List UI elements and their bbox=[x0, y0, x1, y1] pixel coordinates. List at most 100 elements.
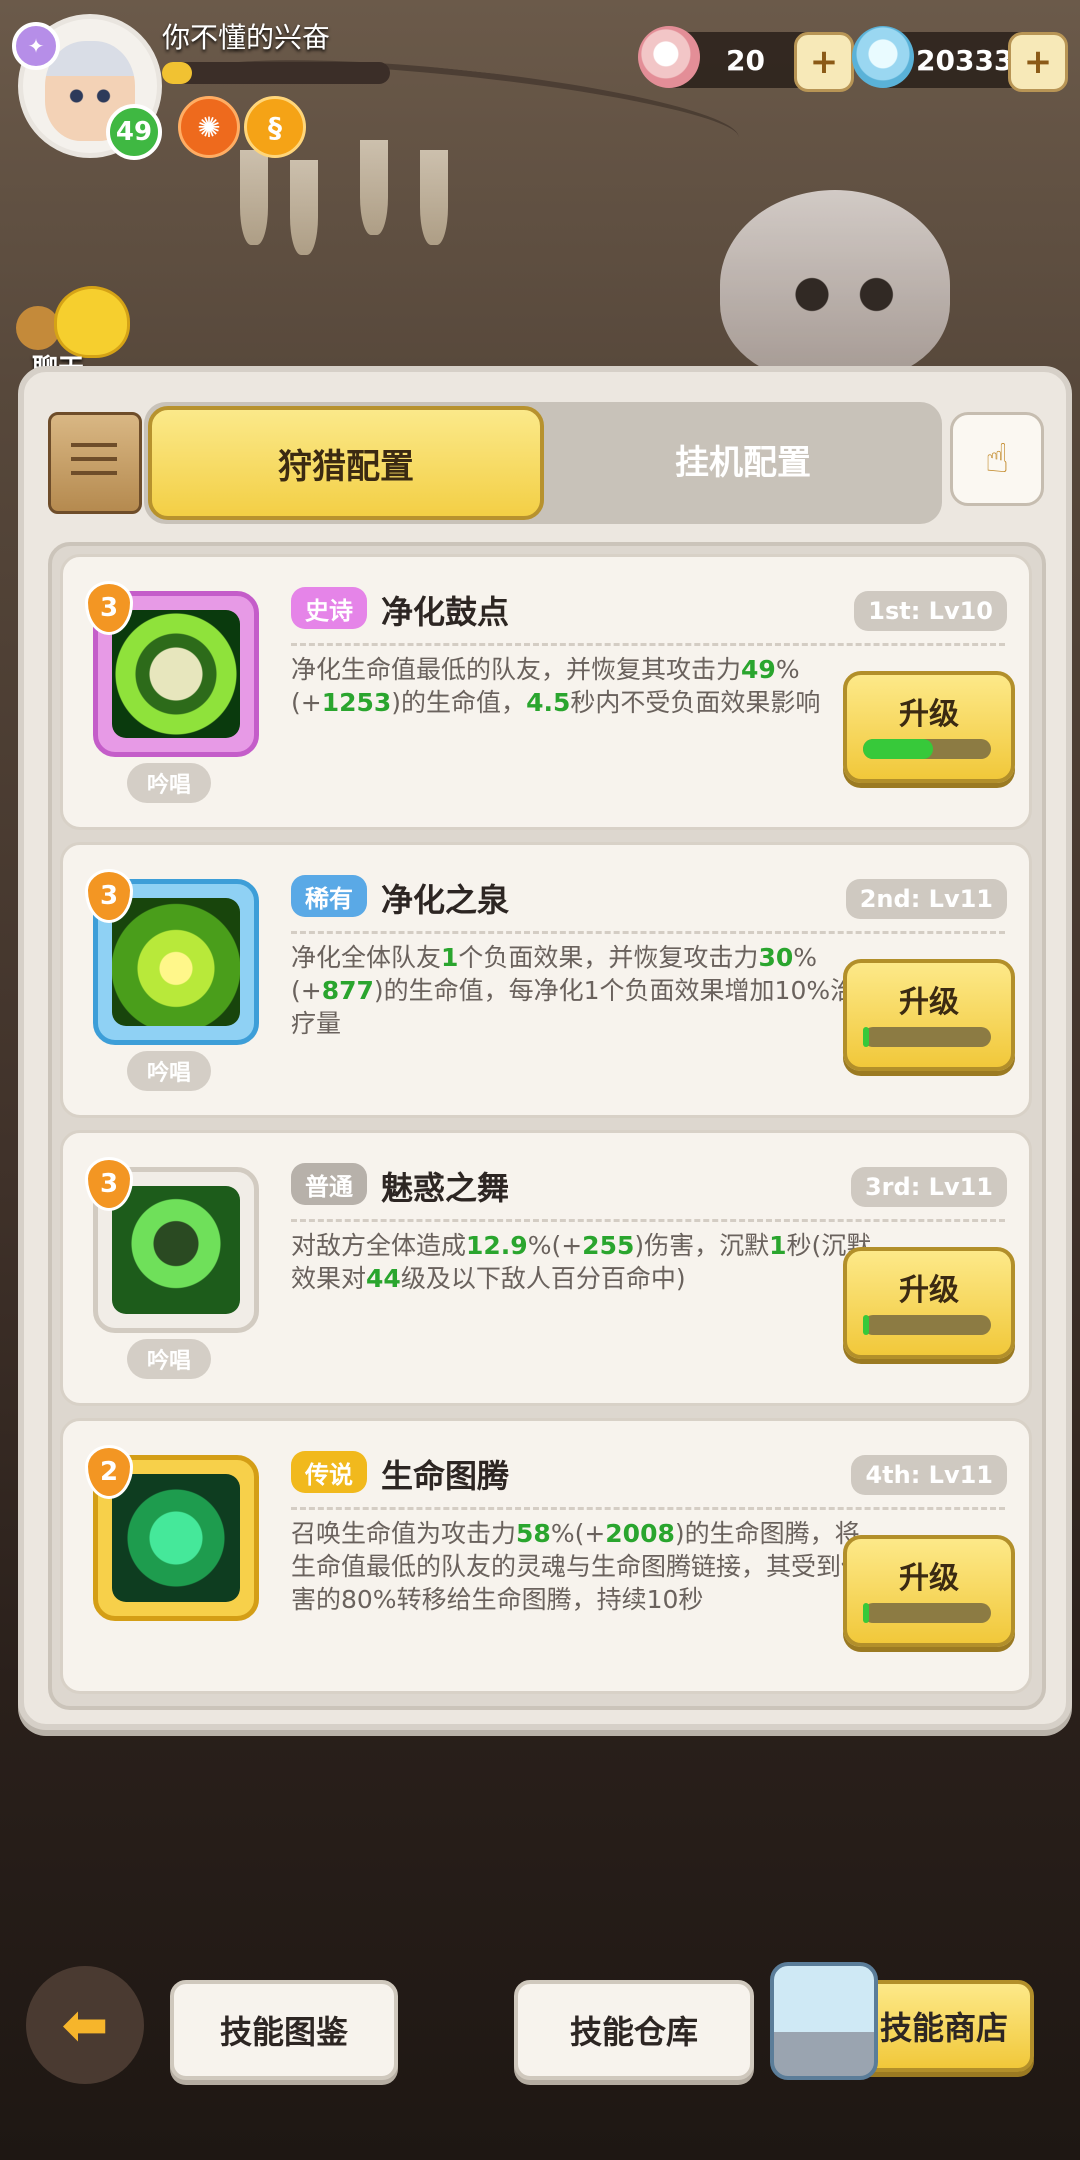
background-tooth bbox=[290, 160, 318, 255]
skill-name: 净化鼓点 bbox=[381, 593, 510, 631]
upgrade-label: 升级 bbox=[899, 1561, 959, 1596]
add-diamond-button[interactable]: + bbox=[1008, 32, 1068, 92]
tab-idle-config[interactable]: 挂机配置 bbox=[548, 406, 938, 512]
divider bbox=[291, 1219, 1005, 1222]
diamond-icon bbox=[852, 26, 914, 88]
upgrade-button[interactable]: 升级 bbox=[843, 671, 1015, 783]
diamond-resource: 203336 + bbox=[852, 26, 1068, 92]
skill-list: 3 吟唱 史诗 净化鼓点 1st: Lv10 净化生命值最低的队友，并恢复其攻击… bbox=[48, 542, 1046, 1710]
chat-button[interactable]: 聊天 bbox=[16, 286, 130, 384]
background-tooth bbox=[240, 150, 268, 245]
pearl-resource: 20 + bbox=[638, 26, 854, 92]
scroll-icon[interactable] bbox=[48, 412, 142, 514]
description-text: 级及以下敌人百分百命中) bbox=[400, 1264, 686, 1293]
add-pearl-button[interactable]: + bbox=[794, 32, 854, 92]
back-arrow-icon[interactable]: ⬅ bbox=[26, 1966, 144, 2084]
upgrade-progress-fill bbox=[863, 739, 934, 759]
skill-name: 魅惑之舞 bbox=[381, 1169, 510, 1207]
description-text: )伤害，沉默 bbox=[634, 1231, 770, 1260]
player-name: 你不懂的兴奋 bbox=[162, 21, 331, 54]
cast-tag: 吟唱 bbox=[127, 1339, 211, 1379]
highlight-value: 2008 bbox=[605, 1519, 675, 1548]
background-skull bbox=[720, 190, 950, 380]
skill-card: 3 吟唱 史诗 净化鼓点 1st: Lv10 净化生命值最低的队友，并恢复其攻击… bbox=[60, 554, 1032, 830]
description-text: 秒内不受负面效果影响 bbox=[570, 688, 821, 717]
highlight-value: 58 bbox=[516, 1519, 551, 1548]
totem-skill-icon bbox=[112, 1474, 240, 1602]
drum-skill-icon bbox=[112, 610, 240, 738]
spring-skill-icon bbox=[112, 898, 240, 1026]
background-tooth bbox=[360, 140, 388, 235]
slot-level-tag: 1st: Lv10 bbox=[854, 591, 1007, 631]
divider bbox=[291, 931, 1005, 934]
skill-shop-label: 技能商店 bbox=[879, 2009, 1008, 2047]
highlight-value: 1 bbox=[769, 1231, 787, 1260]
upgrade-progress-fill bbox=[863, 1603, 870, 1623]
config-tabbar: 狩猎配置 挂机配置 bbox=[144, 402, 942, 524]
tab-hunt-config[interactable]: 狩猎配置 bbox=[148, 406, 544, 520]
description-text: 个负面效果，并恢复攻击力 bbox=[458, 943, 759, 972]
highlight-value: 49 bbox=[741, 655, 776, 684]
divider bbox=[291, 643, 1005, 646]
background-tooth bbox=[420, 150, 448, 245]
highlight-value: 44 bbox=[366, 1264, 401, 1293]
upgrade-progress-fill bbox=[863, 1027, 870, 1047]
skill-config-panel: 狩猎配置 挂机配置 ☝ 3 吟唱 史诗 净化鼓点 1st: Lv10 净化生命值… bbox=[18, 366, 1072, 1730]
avatar-frame-badge-icon: ✦ bbox=[12, 22, 60, 70]
skill-card: 2 传说 生命图腾 4th: Lv11 召唤生命值为攻击力58%(+2008)的… bbox=[60, 1418, 1032, 1694]
skill-storage-button[interactable]: 技能仓库 bbox=[514, 1980, 754, 2080]
upgrade-label: 升级 bbox=[899, 1273, 959, 1308]
highlight-value: 1253 bbox=[321, 688, 392, 717]
description-text: 净化全体队友 bbox=[291, 943, 442, 972]
upgrade-button[interactable]: 升级 bbox=[843, 1247, 1015, 1359]
description-text: )的生命值， bbox=[391, 688, 527, 717]
description-text: %(+ bbox=[550, 1519, 606, 1548]
pearl-count: 20 bbox=[726, 44, 765, 77]
skill-shop-button[interactable]: 技能商店 bbox=[770, 1962, 1034, 2080]
upgrade-button[interactable]: 升级 bbox=[843, 1535, 1015, 1647]
description-text: 召唤生命值为攻击力 bbox=[291, 1519, 517, 1548]
skill-card: 3 吟唱 稀有 净化之泉 2nd: Lv11 净化全体队友1个负面效果，并恢复攻… bbox=[60, 842, 1032, 1118]
highlight-value: 1 bbox=[441, 943, 459, 972]
dance-skill-icon bbox=[112, 1186, 240, 1314]
upgrade-button[interactable]: 升级 bbox=[843, 959, 1015, 1071]
level-badge: 49 bbox=[106, 104, 162, 160]
highlight-value: 4.5 bbox=[526, 688, 571, 717]
slot-level-tag: 3rd: Lv11 bbox=[850, 1167, 1007, 1207]
cast-tag: 吟唱 bbox=[127, 1051, 211, 1091]
buff-gear-icon[interactable]: ✺ bbox=[178, 96, 240, 158]
rarity-badge: 稀有 bbox=[291, 875, 367, 917]
description-text: 净化生命值最低的队友，并恢复其攻击力 bbox=[291, 655, 742, 684]
rarity-badge: 史诗 bbox=[291, 587, 367, 629]
highlight-value: 255 bbox=[582, 1231, 635, 1260]
exp-bar bbox=[162, 62, 390, 84]
skill-name: 生命图腾 bbox=[381, 1457, 510, 1495]
divider bbox=[291, 1507, 1005, 1510]
description-text: )的生命值，每净化1个负面效果增加10%治疗量 bbox=[291, 976, 856, 1038]
skill-name: 净化之泉 bbox=[381, 881, 510, 919]
pearl-icon bbox=[638, 26, 700, 88]
upgrade-progress-bar bbox=[863, 739, 991, 759]
upgrade-label: 升级 bbox=[899, 985, 959, 1020]
upgrade-progress-bar bbox=[863, 1027, 991, 1047]
shop-icon bbox=[770, 1962, 878, 2080]
description-text: %(+ bbox=[527, 1231, 583, 1260]
rarity-badge: 传说 bbox=[291, 1451, 367, 1493]
cast-tag: 吟唱 bbox=[127, 763, 211, 803]
guide-hand-icon[interactable]: ☝ bbox=[950, 412, 1044, 506]
skill-description: 召唤生命值为攻击力58%(+2008)的生命图腾，将生命值最低的队友的灵魂与生命… bbox=[291, 1517, 879, 1616]
upgrade-progress-bar bbox=[863, 1603, 991, 1623]
exp-fill bbox=[162, 62, 192, 84]
buff-dragon-icon[interactable]: § bbox=[244, 96, 306, 158]
skill-card: 3 吟唱 普通 魅惑之舞 3rd: Lv11 对敌方全体造成12.9%(+255… bbox=[60, 1130, 1032, 1406]
skill-codex-button[interactable]: 技能图鉴 bbox=[170, 1980, 398, 2080]
highlight-value: 30 bbox=[758, 943, 794, 972]
skill-description: 对敌方全体造成12.9%(+255)伤害，沉默1秒(沉默效果对44级及以下敌人百… bbox=[291, 1229, 879, 1295]
skill-description: 净化生命值最低的队友，并恢复其攻击力49%(+1253)的生命值，4.5秒内不受… bbox=[291, 653, 879, 719]
upgrade-progress-bar bbox=[863, 1315, 991, 1335]
highlight-value: 12.9 bbox=[466, 1231, 528, 1260]
skill-description: 净化全体队友1个负面效果，并恢复攻击力30%(+877)的生命值，每净化1个负面… bbox=[291, 941, 879, 1040]
upgrade-progress-fill bbox=[863, 1315, 870, 1335]
slot-level-tag: 2nd: Lv11 bbox=[845, 879, 1007, 919]
rarity-badge: 普通 bbox=[291, 1163, 367, 1205]
